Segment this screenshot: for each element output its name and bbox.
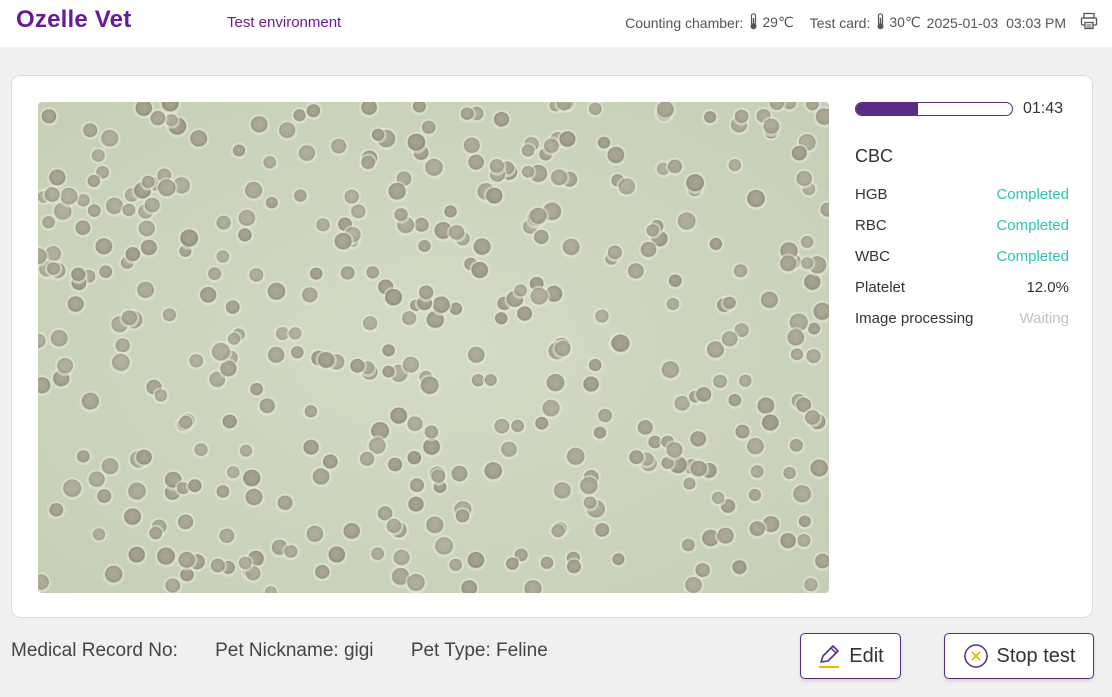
thermometer-icon <box>876 12 885 33</box>
stop-test-label: Stop test <box>996 644 1076 667</box>
countdown-timer: 01:43 <box>1023 100 1064 117</box>
test-item-row: HGB Completed <box>855 179 1069 210</box>
top-header: Ozelle Vet Test environment Counting cha… <box>0 0 1112 47</box>
pencil-icon <box>819 645 840 668</box>
analysis-panel: 01:43 CBC HGB Completed RBC Completed WBC Com… <box>11 75 1093 618</box>
pet-nickname: Pet Nickname: gigi <box>215 640 374 661</box>
counting-chamber-label: Counting chamber: <box>625 14 744 31</box>
pet-type: Pet Type: Feline <box>410 640 548 661</box>
test-item-name: WBC <box>855 248 890 265</box>
progress-fill <box>856 103 919 115</box>
test-item-row: WBC Completed <box>855 241 1069 272</box>
thermometer-icon <box>749 12 758 33</box>
microscope-image <box>38 102 829 593</box>
test-card-temp: 30℃ <box>889 14 921 30</box>
progress-bar <box>855 102 1013 116</box>
patient-info: Medical Record No: Pet Nickname: gigi Pe… <box>11 640 580 662</box>
medical-record-label: Medical Record No: <box>11 640 178 661</box>
test-item-row: RBC Completed <box>855 210 1069 241</box>
test-item-status: Completed <box>996 248 1069 265</box>
app-logo: Ozelle Vet <box>16 6 132 33</box>
test-item-status: Waiting <box>1019 310 1069 327</box>
test-type-title: CBC <box>855 146 894 166</box>
test-item-status: 12.0% <box>1026 279 1069 296</box>
counting-chamber-status: Counting chamber: 29℃ <box>625 12 794 33</box>
edit-button-label: Edit <box>849 644 884 667</box>
test-item-name: HGB <box>855 186 888 203</box>
printer-icon[interactable] <box>1080 12 1098 33</box>
edit-button[interactable]: Edit <box>800 633 901 679</box>
test-item-status: Completed <box>996 186 1069 203</box>
test-item-name: Image processing <box>855 310 974 327</box>
environment-label: Test environment <box>227 14 342 31</box>
close-circle-icon <box>963 644 988 668</box>
test-item-list: HGB Completed RBC Completed WBC Completed Plat… <box>855 179 1069 334</box>
analysis-sidebar: 01:43 CBC HGB Completed RBC Completed WBC Com… <box>855 98 1069 334</box>
datetime: 2025-01-03 03:03 PM <box>926 14 1066 31</box>
test-item-name: RBC <box>855 217 887 234</box>
counting-chamber-temp: 29℃ <box>762 14 794 30</box>
status-bar: Counting chamber: 29℃ Test card: 30℃ 202… <box>625 12 1098 33</box>
test-item-status: Completed <box>996 217 1069 234</box>
test-item-row: Image processing Waiting <box>855 303 1069 334</box>
test-card-status: Test card: 30℃ <box>809 12 921 33</box>
stop-test-button[interactable]: Stop test <box>944 633 1094 679</box>
test-item-row: Platelet 12.0% <box>855 272 1069 303</box>
test-item-name: Platelet <box>855 279 906 296</box>
test-progress: 01:43 <box>855 98 1069 120</box>
test-card-label: Test card: <box>809 14 871 31</box>
